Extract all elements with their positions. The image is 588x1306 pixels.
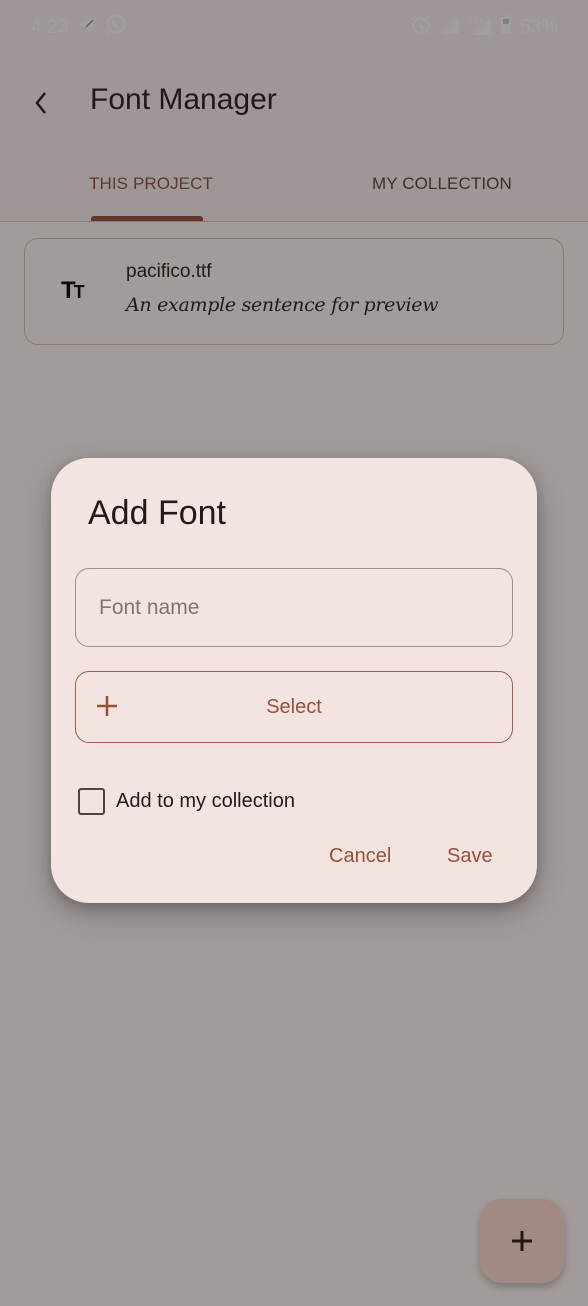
add-to-collection-row[interactable]: Add to my collection [78, 788, 295, 815]
save-button[interactable]: Save [447, 845, 493, 868]
font-name-input[interactable] [75, 568, 513, 647]
select-button-label: Select [266, 695, 322, 718]
plus-icon [97, 696, 117, 716]
select-file-button[interactable]: Select [75, 671, 513, 743]
add-to-collection-checkbox[interactable] [78, 788, 105, 815]
add-to-collection-label[interactable]: Add to my collection [116, 790, 295, 813]
dialog-title: Add Font [88, 494, 226, 532]
add-font-dialog: Add Font Select Add to my collection Can… [51, 458, 537, 903]
cancel-button[interactable]: Cancel [329, 845, 391, 868]
